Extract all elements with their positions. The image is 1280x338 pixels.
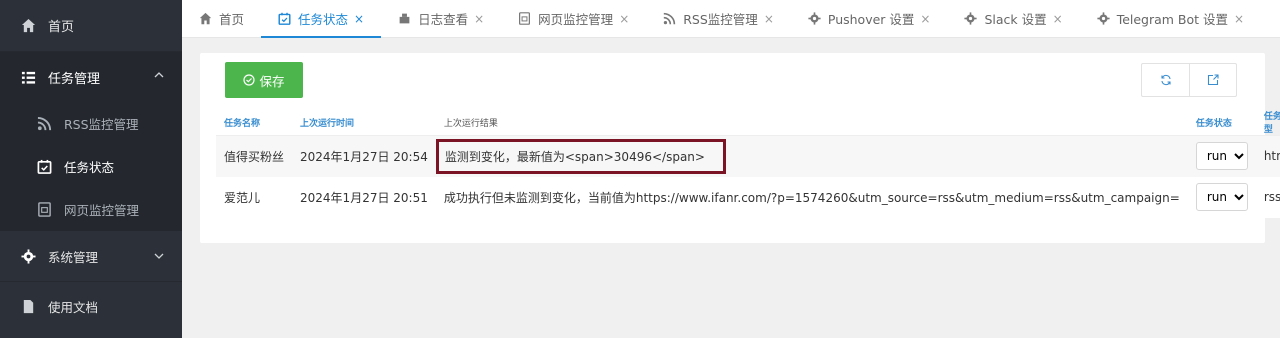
task-type: html bbox=[1255, 135, 1280, 177]
task-type: rss bbox=[1255, 176, 1280, 218]
sidebar-group-system[interactable]: 系统管理 bbox=[0, 231, 182, 281]
tab-home[interactable]: 首页 bbox=[182, 0, 261, 37]
document-icon bbox=[20, 299, 36, 315]
tab-label: Telegram Bot 设置 bbox=[1116, 12, 1229, 27]
close-icon[interactable]: × bbox=[920, 12, 930, 26]
task-last-run: 2024年1月27日 20:54 bbox=[292, 135, 436, 177]
chevron-up-icon bbox=[154, 72, 164, 78]
webpage-icon bbox=[36, 202, 52, 218]
sidebar-group-label: 任务管理 bbox=[48, 71, 101, 87]
check-circle-icon bbox=[243, 74, 256, 86]
sidebar-item-label: 使用文档 bbox=[48, 300, 99, 315]
home-icon bbox=[199, 12, 212, 25]
task-last-result: 监测到变化，最新值为<span>30496</span> bbox=[435, 135, 1188, 177]
rss-icon bbox=[663, 12, 676, 25]
gear-icon bbox=[1097, 12, 1110, 25]
tab-label: 网页监控管理 bbox=[538, 12, 614, 27]
sidebar-item-label: 首页 bbox=[48, 20, 75, 35]
close-icon[interactable]: × bbox=[764, 12, 774, 26]
column-header-last-run[interactable]: 上次运行时间 bbox=[292, 109, 436, 136]
sidebar-item-rss[interactable]: RSS监控管理 bbox=[0, 102, 182, 145]
calendar-check-icon bbox=[36, 159, 52, 175]
task-status-cell: run bbox=[1187, 135, 1256, 177]
sidebar-item-home[interactable]: 首页 bbox=[0, 0, 182, 52]
list-icon bbox=[20, 69, 36, 85]
task-name: 值得买粉丝 bbox=[216, 135, 293, 177]
table-header-row: 任务名称 上次运行时间 上次运行结果 任务状态 任务类型 bbox=[216, 109, 1280, 136]
task-last-run: 2024年1月27日 20:51 bbox=[292, 176, 436, 218]
tab-label: Slack 设置 bbox=[984, 12, 1047, 27]
sidebar-group-task[interactable]: 任务管理 bbox=[0, 52, 182, 102]
tab-label: 日志查看 bbox=[418, 12, 469, 27]
tab-telegram-settings[interactable]: Telegram Bot 设置 × bbox=[1080, 0, 1261, 37]
close-icon[interactable]: × bbox=[1234, 12, 1244, 26]
tab-label: RSS监控管理 bbox=[683, 12, 758, 27]
table-tools bbox=[1141, 63, 1237, 97]
close-icon[interactable]: × bbox=[1053, 12, 1063, 26]
column-header-status[interactable]: 任务状态 bbox=[1187, 109, 1256, 136]
sidebar-group-label: 系统管理 bbox=[48, 249, 99, 265]
save-button[interactable]: 保存 bbox=[225, 62, 303, 98]
gear-icon bbox=[964, 12, 978, 25]
sidebar-item-label: 网页监控管理 bbox=[64, 203, 140, 218]
column-header-name[interactable]: 任务名称 bbox=[216, 109, 293, 136]
refresh-button[interactable] bbox=[1142, 64, 1189, 96]
gear-icon bbox=[20, 248, 36, 264]
task-name: 爱范儿 bbox=[216, 176, 293, 218]
sidebar: 首页 任务管理 RSS监控管理 任务状态 网页监控管理 系统管理 使用文档 bbox=[0, 0, 182, 338]
task-status-cell: run bbox=[1187, 176, 1256, 218]
tab-label: 首页 bbox=[219, 12, 245, 27]
task-status-panel: 保存 任务名称 上次运行时间 上次运行结果 任务状态 任务类型 值得买粉丝 20… bbox=[200, 53, 1280, 243]
table-row: 值得买粉丝 2024年1月27日 20:54 监测到变化，最新值为<span>3… bbox=[216, 135, 1280, 177]
sidebar-item-label: RSS监控管理 bbox=[64, 117, 139, 132]
save-button-label: 保存 bbox=[259, 73, 285, 89]
gear-icon bbox=[808, 12, 821, 25]
highlighted-result: 监测到变化，最新值为<span>30496</span> bbox=[435, 138, 726, 174]
home-icon bbox=[20, 18, 36, 34]
tab-task-status[interactable]: 任务状态 × bbox=[261, 0, 382, 38]
close-icon[interactable]: × bbox=[619, 12, 629, 26]
export-icon bbox=[1207, 74, 1219, 86]
sidebar-item-task-status[interactable]: 任务状态 bbox=[0, 145, 182, 188]
sidebar-item-webpage-monitor[interactable]: 网页监控管理 bbox=[0, 188, 182, 231]
tab-webpage-monitor[interactable]: 网页监控管理 × bbox=[501, 0, 646, 37]
close-icon[interactable]: × bbox=[474, 12, 484, 26]
column-header-last-result: 上次运行结果 bbox=[435, 109, 1188, 136]
calendar-check-icon bbox=[278, 12, 291, 25]
close-icon[interactable]: × bbox=[354, 12, 364, 26]
tab-rss-monitor[interactable]: RSS监控管理 × bbox=[646, 0, 791, 37]
sidebar-item-label: 任务状态 bbox=[64, 160, 115, 175]
webpage-icon bbox=[518, 12, 531, 25]
tab-log-viewer[interactable]: 日志查看 × bbox=[381, 0, 501, 37]
column-header-type[interactable]: 任务类型 bbox=[1255, 109, 1280, 136]
log-icon bbox=[398, 12, 411, 25]
tab-label: 任务状态 bbox=[298, 12, 349, 27]
tab-bar: 首页 任务状态 × 日志查看 × 网页监控管理 × RSS监控管理 × Push… bbox=[182, 0, 1280, 38]
task-status-select[interactable]: run bbox=[1195, 142, 1248, 171]
task-last-result: 成功执行但未监测到变化，当前值为https://www.ifanr.com/?p… bbox=[435, 176, 1188, 218]
task-status-select[interactable]: run bbox=[1195, 183, 1248, 211]
sidebar-item-docs[interactable]: 使用文档 bbox=[0, 281, 182, 331]
tab-slack-settings[interactable]: Slack 设置 × bbox=[947, 0, 1079, 37]
tab-label: Pushover 设置 bbox=[827, 12, 915, 27]
refresh-icon bbox=[1160, 74, 1171, 86]
export-button[interactable] bbox=[1189, 64, 1236, 96]
table-row: 爱范儿 2024年1月27日 20:51 成功执行但未监测到变化，当前值为htt… bbox=[216, 176, 1280, 218]
tab-pushover-settings[interactable]: Pushover 设置 × bbox=[791, 0, 948, 37]
rss-icon bbox=[36, 116, 52, 132]
chevron-down-icon bbox=[154, 253, 164, 259]
task-table: 任务名称 上次运行时间 上次运行结果 任务状态 任务类型 值得买粉丝 2024年… bbox=[216, 109, 1280, 218]
